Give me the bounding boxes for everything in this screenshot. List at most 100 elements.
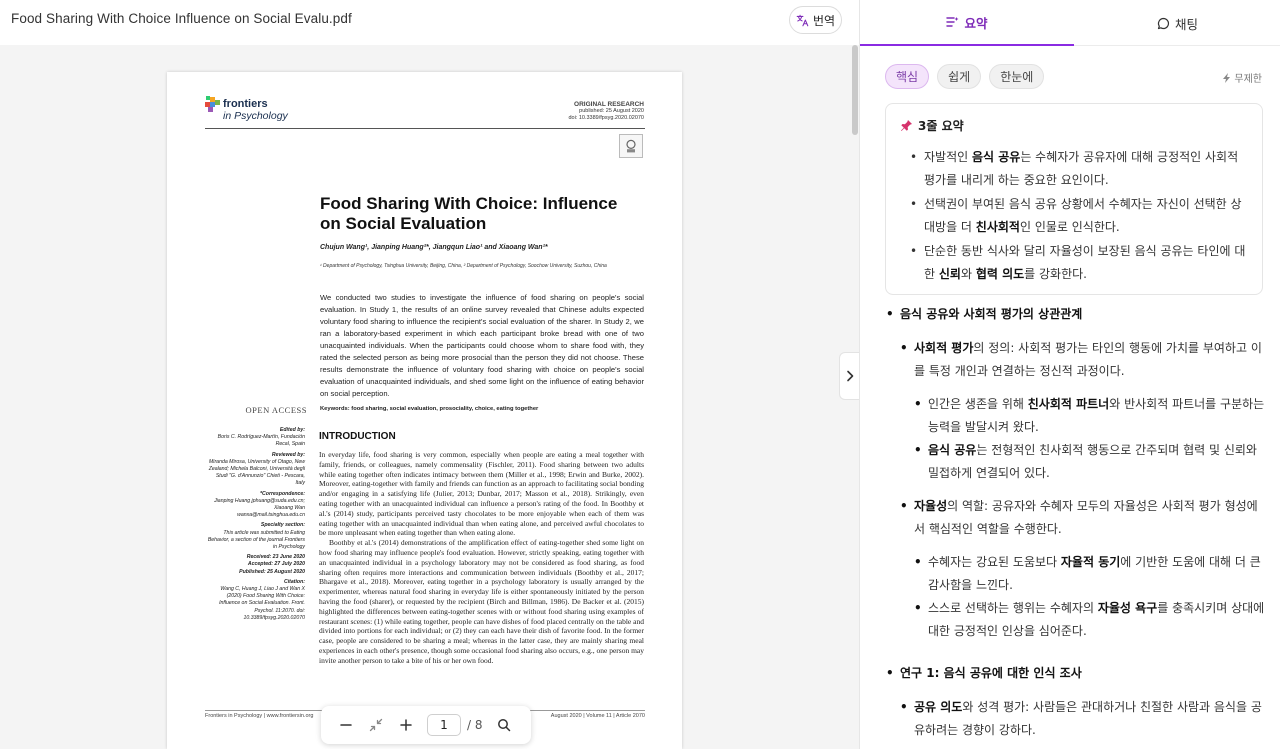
outline-subitem: 스스로 선택하는 행위는 수혜자의 자율성 욕구를 충족시키며 상대에 대한 긍… [914, 597, 1266, 643]
meta-text: Wang C, Huang J, Liao J and Wan X (2020)… [219, 586, 305, 621]
summary-item: 선택권이 부여된 음식 공유 상황에서 수혜자는 자신이 선택한 상대방을 더 … [900, 193, 1248, 239]
summary-keyword: 신뢰 [938, 267, 961, 281]
minus-icon [340, 724, 352, 726]
outline-keyword: 사회적 평가 [914, 341, 974, 355]
summary-text: 와 [960, 267, 976, 281]
outline-subitem: 음식 공유는 전형적인 친사회적 행동으로 간주되며 협력 및 신뢰와 밀접하게… [914, 439, 1266, 485]
meta-label: Reviewed by: [271, 451, 305, 458]
summary-text: 를 강화한다. [1024, 267, 1087, 281]
chip-easy[interactable]: 쉽게 [937, 64, 982, 89]
outline-keyword: 자율성 [914, 499, 948, 513]
lightning-icon [1223, 72, 1231, 83]
introduction-heading: INTRODUCTION [319, 431, 396, 442]
meta-text: Miranda Mirosa, University of Otago, New… [208, 458, 305, 487]
outline-text: 는 전형적인 친사회적 행동으로 간주되며 협력 및 신뢰와 밀접하게 연결되어… [928, 443, 1257, 480]
paper-title-line-1: Food Sharing With Choice: Influence [320, 194, 618, 213]
paper-authors: Chujun Wang¹, Jianping Huang²*, Jiangqun… [320, 244, 548, 251]
meta-text: This article was submitted to Eating Beh… [207, 529, 305, 551]
footer-journal: Frontiers in Psychology | www.frontiersi… [205, 713, 314, 719]
summary-mode-chips: 핵심 쉽게 한눈에 [885, 64, 1045, 89]
header-rule [205, 128, 645, 129]
doi: doi: 10.3389/fpsyg.2020.02070 [568, 115, 644, 121]
published-date: published: 25 August 2020 [579, 108, 644, 114]
journal-logo-name: frontiers [223, 98, 268, 110]
outline-text: 인간은 생존을 위해 [928, 397, 1028, 411]
introduction-body: In everyday life, food sharing is very c… [319, 450, 644, 666]
zoom-out-button[interactable] [331, 710, 361, 740]
tab-chat[interactable]: 채팅 [1074, 0, 1280, 46]
summary-list-icon [946, 17, 959, 27]
outline-text: 스스로 선택하는 행위는 수혜자의 [928, 601, 1098, 615]
chevron-right-icon [846, 370, 853, 382]
summary-item: 단순한 동반 식사와 달리 자율성이 보장된 음식 공유는 타인에 대한 신뢰와… [900, 240, 1248, 286]
paper-abstract: We conducted two studies to investigate … [320, 293, 644, 398]
outline-item: 자율성의 역할: 공유자와 수혜자 모두의 자율성은 사회적 평가 형성에서 핵… [900, 495, 1262, 541]
translate-icon [796, 14, 809, 26]
pdf-viewer: Food Sharing With Choice Influence on So… [0, 0, 859, 749]
summary-item: 자발적인 음식 공유는 수혜자가 공유자에 대해 긍정적인 사회적 평가를 내리… [900, 146, 1248, 192]
outline-item: 공유 의도와 성격 평가: 사람들은 관대하거나 친절한 사람과 음식을 공유하… [900, 696, 1262, 742]
zoom-in-button[interactable] [391, 710, 421, 740]
publication-info: ORIGINAL RESEARCH published: 25 August 2… [568, 101, 644, 122]
summary-text: 인 인물로 인식한다. [1019, 220, 1120, 234]
outline-heading: 연구 1: 음식 공유에 대한 인식 조사 [886, 662, 1260, 685]
usage-badge: 무제한 [1223, 70, 1262, 85]
app-window: Food Sharing With Choice Influence on So… [0, 0, 1280, 749]
paper-affiliations: ¹ Department of Psychology, Tsinghua Uni… [320, 263, 607, 269]
intro-paragraph-2: Boothby et al.'s (2014) demonstrations o… [319, 538, 644, 665]
chip-at-a-glance[interactable]: 한눈에 [989, 64, 1045, 89]
meta-text: Jianping Huang jphuang@suda.edu.cn; Xiao… [214, 497, 305, 519]
paper-title-line-2: on Social Evaluation [320, 214, 487, 233]
search-button[interactable] [489, 710, 519, 740]
outline-subitem: 수혜자는 강요된 도움보다 자율적 동기에 기반한 도움에 대해 더 큰 감사함… [914, 551, 1266, 597]
file-title: Food Sharing With Choice Influence on So… [11, 11, 352, 26]
intro-paragraph-1: In everyday life, food sharing is very c… [319, 450, 644, 538]
assistant-panel: 요약 채팅 핵심 쉽게 한눈에 무제한 3줄 요약 자발적인 음식 공유는 수혜… [859, 0, 1280, 749]
outline-heading: 음식 공유와 사회적 평가의 상관관계 [886, 303, 1260, 326]
pdf-page[interactable]: frontiers in Psychology ORIGINAL RESEARC… [167, 72, 682, 749]
usage-label: 무제한 [1234, 74, 1262, 85]
meta-label: Specialty section: [260, 522, 305, 529]
paper-keywords: Keywords: food sharing, social evaluatio… [320, 406, 644, 412]
outline-item: 사회적 평가의 정의: 사회적 평가는 타인의 행동에 가치를 부여하고 이를 … [900, 337, 1262, 383]
summary-keyword: 음식 공유 [971, 150, 1021, 164]
meta-label: Edited by: [279, 427, 305, 433]
meta-label: Received: 23 June 2020 [246, 554, 305, 561]
viewer-topbar: Food Sharing With Choice Influence on So… [0, 0, 859, 45]
outline-keyword: 음식 공유 [928, 443, 977, 457]
scrollbar-thumb[interactable] [852, 45, 858, 135]
outline-text: 와 성격 평가: 사람들은 관대하거나 친절한 사람과 음식을 공유하려는 경향… [914, 700, 1262, 737]
summary-title: 3줄 요약 [918, 119, 964, 133]
pdf-toolbar: / 8 [321, 706, 531, 744]
page-total: / 8 [467, 718, 483, 732]
fit-page-button[interactable] [361, 710, 391, 740]
meta-label: Published: 25 August 2020 [239, 568, 305, 575]
article-type: ORIGINAL RESEARCH [574, 101, 644, 108]
translate-button[interactable]: 번역 [789, 6, 842, 34]
translate-label: 번역 [812, 13, 836, 28]
summary-keyword: 협력 의도 [975, 267, 1025, 281]
panel-tabs: 요약 채팅 [860, 0, 1280, 46]
search-icon [497, 719, 510, 732]
three-line-summary: 3줄 요약 자발적인 음식 공유는 수혜자가 공유자에 대해 긍정적인 사회적 … [885, 103, 1263, 295]
footer-volume: August 2020 | Volume 11 | Article 2070 [550, 713, 645, 719]
summary-text: 자발적인 [924, 150, 972, 164]
panel-toggle-button[interactable] [839, 352, 859, 400]
check-for-updates-icon [619, 134, 643, 158]
collapse-arrows-icon [369, 718, 383, 732]
plus-icon [400, 719, 412, 731]
outline-text: 의 역할: 공유자와 수혜자 모두의 자율성은 사회적 평가 형성에서 핵심적인… [914, 499, 1258, 536]
tab-summary-label: 요약 [964, 15, 988, 31]
open-access-label: OPEN ACCESS [245, 405, 307, 415]
journal-logo-sub: in Psychology [223, 110, 288, 122]
outline-keyword: 친사회적 파트너 [1027, 397, 1110, 411]
outline-keyword: 자율적 동기 [1060, 555, 1121, 569]
tab-summary[interactable]: 요약 [860, 0, 1074, 46]
outline-keyword: 자율성 욕구 [1097, 601, 1158, 615]
frontiers-logo-icon [205, 96, 220, 112]
page-number-input[interactable] [427, 714, 461, 736]
paper-title: Food Sharing With Choice: Influence on S… [320, 194, 650, 234]
summary-header: 3줄 요약 [900, 117, 1248, 134]
chip-core[interactable]: 핵심 [885, 64, 930, 89]
outline-subitem: 인간은 생존을 위해 친사회적 파트너와 반사회적 파트너를 구분하는 능력을 … [914, 393, 1266, 439]
